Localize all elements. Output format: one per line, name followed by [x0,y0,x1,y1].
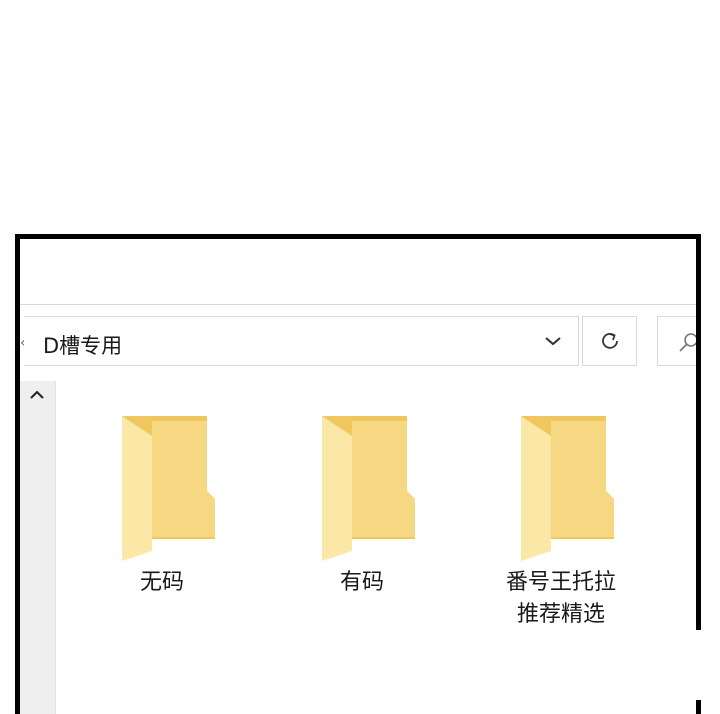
file-explorer-window: ‹ D槽专用 无码 有码 番号王托拉 推荐精选 [15,234,701,714]
folder-item[interactable]: 无码 [82,411,242,599]
navigation-pane [20,381,56,714]
folder-label: 番号王托拉 推荐精选 [505,570,616,627]
ribbon-divider [20,304,696,305]
refresh-icon [601,332,618,349]
folder-label: 无码 [139,570,184,595]
folder-view: 无码 有码 番号王托拉 推荐精选 [56,381,696,714]
chevron-up-icon[interactable] [29,389,45,401]
folder-icon [322,416,415,561]
chevron-down-icon [545,337,561,346]
folder-item[interactable]: 番号王托拉 推荐精选 [481,411,641,631]
search-icon [679,333,696,352]
address-path: D槽专用 [43,334,123,358]
refresh-button[interactable] [582,316,637,366]
frame-gap [686,630,720,700]
address-bar[interactable]: D槽专用 [24,316,579,366]
search-input[interactable] [657,316,696,366]
folder-icon [122,416,215,561]
folder-icon [521,416,614,561]
folder-label: 有码 [339,570,384,595]
address-dropdown-button[interactable] [528,317,578,365]
folder-item[interactable]: 有码 [282,411,442,599]
